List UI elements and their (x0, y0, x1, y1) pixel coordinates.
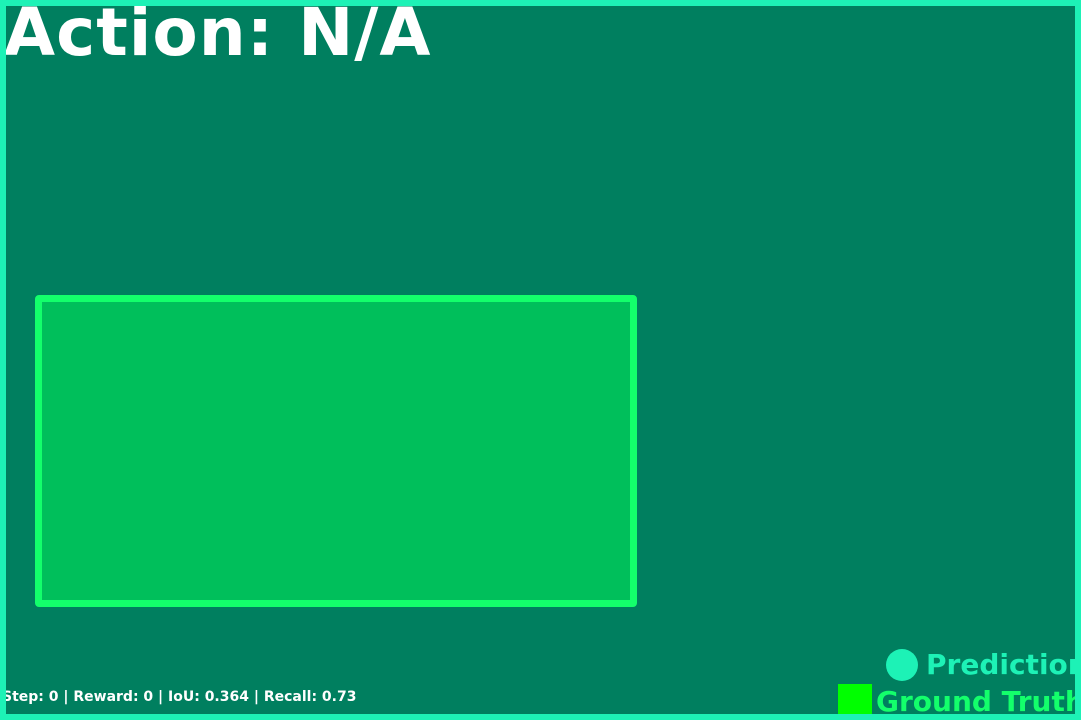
ground-truth-box (35, 295, 637, 607)
ground-truth-square-icon (838, 684, 872, 714)
legend-ground-truth-label: Ground Truth (876, 684, 1081, 718)
observation-canvas: Action: N/A Step: 0 | Reward: 0 | IoU: 0… (0, 0, 1081, 720)
legend-prediction: Prediction (886, 648, 1081, 681)
status-line: Step: 0 | Reward: 0 | IoU: 0.364 | Recal… (2, 689, 357, 705)
action-title: Action: N/A (4, 0, 432, 71)
legend-ground-truth: Ground Truth (838, 684, 1081, 718)
prediction-circle-icon (886, 648, 918, 681)
legend-prediction-label: Prediction (926, 648, 1081, 681)
